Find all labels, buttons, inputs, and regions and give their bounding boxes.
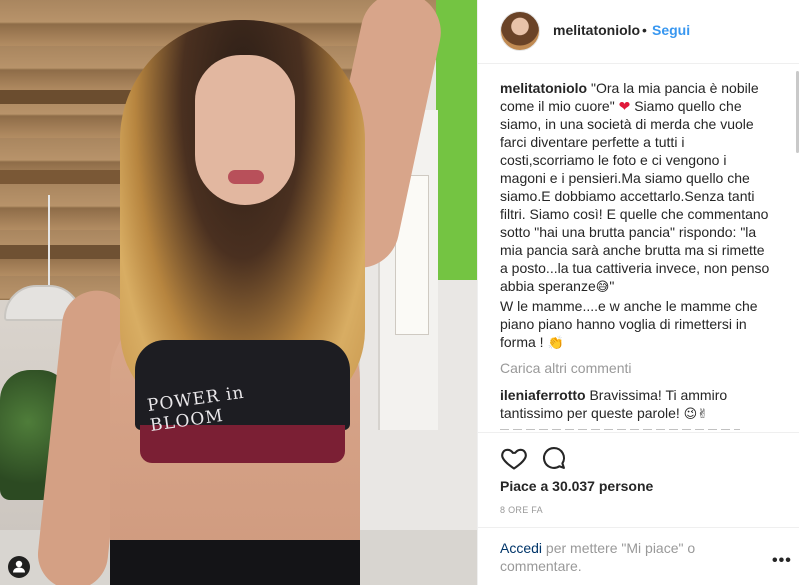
speech-bubble-icon[interactable] xyxy=(540,444,568,472)
user-tag-icon[interactable] xyxy=(8,556,30,578)
user-icon xyxy=(13,560,25,573)
caption-text-part3: " xyxy=(609,278,615,294)
load-more-comments-button[interactable]: Carica altri commenti xyxy=(500,360,631,376)
comments-section[interactable]: melitatoniolo "Ora la mia pancia è nobil… xyxy=(478,65,799,430)
post-actions: Piace a 30.037 persone 8 ORE FA xyxy=(478,432,799,522)
clap-emoji-icon: 👏 xyxy=(547,336,564,351)
person-lips xyxy=(228,170,264,184)
more-options-icon[interactable]: ••• xyxy=(772,552,792,570)
header-separator: • xyxy=(642,22,647,38)
caption-text-part4: W le mamme....e w anche le mamme che pia… xyxy=(500,298,758,350)
sweat-smile-emoji-icon: 😅 xyxy=(595,280,610,295)
truncated-comment-row xyxy=(500,429,740,430)
post-photo[interactable]: POWER in BLOOM xyxy=(0,0,477,585)
post-timestamp[interactable]: 8 ORE FA xyxy=(500,505,543,515)
login-prompt: Accedi per mettere "Mi piace" o commenta… xyxy=(500,539,730,575)
pants xyxy=(110,540,360,585)
post-sidebar: melitatoniolo • Segui melitatoniolo "Ora… xyxy=(477,0,799,585)
header-username[interactable]: melitatoniolo xyxy=(553,22,640,38)
follow-button[interactable]: Segui xyxy=(652,22,690,38)
wink-peace-emoji-icon: 😉✌ xyxy=(683,407,709,422)
post-footer: Accedi per mettere "Mi piace" o commenta… xyxy=(478,527,799,585)
green-wall xyxy=(436,0,477,280)
post-header: melitatoniolo • Segui xyxy=(478,0,799,64)
heart-outline-icon[interactable] xyxy=(500,444,528,472)
comment-item: ileniaferrotto Bravissima! Ti ammiro tan… xyxy=(500,386,776,424)
login-link[interactable]: Accedi xyxy=(500,540,542,556)
caption-text-part2: Siamo quello che siamo, in una società d… xyxy=(500,98,770,294)
caption-username[interactable]: melitatoniolo xyxy=(500,80,587,96)
like-count[interactable]: Piace a 30.037 persone xyxy=(500,478,653,494)
heart-emoji-icon: ❤ xyxy=(618,98,631,114)
comment-username[interactable]: ileniaferrotto xyxy=(500,387,586,403)
lamp-cord xyxy=(48,195,50,290)
avatar[interactable] xyxy=(500,11,540,51)
post-caption: melitatoniolo "Ora la mia pancia è nobil… xyxy=(500,79,776,353)
